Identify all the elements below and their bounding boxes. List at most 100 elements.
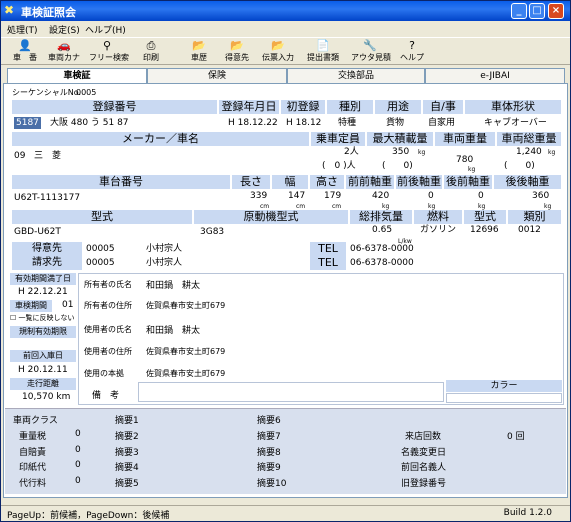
person-icon: 👤: [18, 39, 32, 52]
customer-tel: 06-6378-0000: [350, 244, 414, 254]
header-capacity: 乗車定員: [311, 132, 365, 146]
header-reg-no: 登録番号: [12, 100, 217, 114]
toolbar-button-estimate[interactable]: 🔧 アウタ見積: [351, 39, 391, 65]
mileage-value: 10,570 km: [22, 392, 71, 402]
shape-value: キャブオーバー: [484, 118, 547, 128]
toolbar-label: 提出書類: [307, 53, 339, 62]
kind-value: 特種: [338, 118, 357, 128]
displacement-value: 0.65: [372, 225, 393, 235]
note-field[interactable]: [138, 382, 444, 402]
prev-owner-label: 前回名義人: [401, 463, 447, 473]
toolbar-button-vehicle-no[interactable]: 👤 車 番: [9, 39, 41, 65]
header-reg-date: 登録年月日: [219, 100, 279, 114]
summary-label: 摘要9: [257, 463, 281, 473]
user-address: 佐賀県春市安土町679: [146, 347, 226, 356]
header-max-load: 最大積載量: [367, 132, 433, 146]
prev-visit-value: H 20.12.11: [18, 365, 68, 375]
status-hint: PageUp：前候補，PageDown：後候補: [7, 511, 170, 521]
build-version: Build 1.2.0: [503, 508, 552, 518]
toolbar-button-slip[interactable]: 📂 伝票入力: [261, 39, 295, 65]
search-icon: ⚲: [102, 39, 112, 52]
user-name-label: 使用者の氏名: [84, 325, 132, 334]
period-label: 車検期間: [10, 300, 52, 312]
fee-label: 印紙代: [19, 463, 47, 473]
toolbar-label: ヘルプ: [400, 53, 424, 62]
self-value: 自家用: [428, 118, 456, 128]
minimize-button[interactable]: _: [511, 3, 527, 19]
menu-bar: 処理(T) 設定(S) ヘルプ(H): [1, 21, 570, 37]
sequence-value: 0005: [76, 88, 97, 97]
tab-insurance[interactable]: 保険: [147, 68, 287, 83]
total-weight-1: 1,240: [516, 147, 542, 157]
owner-name: 和田鍋 耕太: [146, 281, 201, 291]
billing-tel: 06-6378-0000: [350, 258, 414, 268]
toolbar-button-history[interactable]: 📂 車歴: [187, 39, 211, 65]
menu-settings[interactable]: 設定(S): [49, 23, 80, 36]
fee-value: 0: [75, 460, 81, 470]
header-total-weight: 車両総重量: [497, 132, 561, 146]
base-label: 使用の本拠: [84, 369, 124, 378]
mileage-label: 走行距離: [10, 378, 76, 390]
owner-address-label: 所有者の住所: [84, 301, 132, 310]
toolbar-button-customer[interactable]: 📂 得意先: [223, 39, 251, 65]
total-weight-unit: kg: [548, 149, 556, 156]
title-bar[interactable]: ✖ 車検証照会 _ □ ×: [1, 1, 570, 21]
toolbar-button-free-search[interactable]: ⚲ フリー検索: [89, 39, 129, 65]
car-icon: 🚗: [57, 39, 71, 52]
header-use: 用途: [375, 100, 421, 114]
summary-label: 摘要5: [115, 479, 139, 489]
summary-label: 摘要3: [115, 448, 139, 458]
menu-process[interactable]: 処理(T): [7, 23, 38, 36]
summary-label: 摘要1: [115, 416, 139, 426]
header-self: 自/事: [423, 100, 463, 114]
toolbar-button-kana[interactable]: 🚗 車両カナ: [47, 39, 81, 65]
regulation-label: 規制有効期限: [10, 326, 76, 338]
slip-icon: 📂: [271, 39, 285, 52]
tab-inspection[interactable]: 車検証: [7, 68, 147, 84]
header-width: 幅: [272, 175, 308, 189]
vehicle-class-label: 車両クラス: [13, 416, 58, 426]
fees-section: 車両クラス 重量税 0 自賠責 0 印紙代 0 代行料 0 摘要1 摘要2 摘要…: [5, 408, 566, 494]
capacity-2: ( 0 )人: [322, 161, 356, 171]
owner-address: 佐賀県春市安土町679: [146, 301, 226, 310]
tab-ejibai[interactable]: e-JIBAI: [425, 68, 565, 83]
maximize-button[interactable]: □: [529, 3, 545, 19]
toolbar-button-print[interactable]: ⎙ 印刷: [139, 39, 163, 65]
header-fr-axle: 前後軸重: [396, 175, 442, 189]
chassis-value: U62T-1113177: [14, 193, 81, 203]
engine-value: 3G83: [200, 227, 225, 237]
toolbar-button-help[interactable]: ? ヘルプ: [399, 39, 425, 65]
close-button[interactable]: ×: [548, 3, 564, 19]
summary-label: 摘要2: [115, 432, 139, 442]
tab-parts[interactable]: 交換部品: [287, 68, 425, 83]
color-label: カラー: [446, 380, 562, 392]
app-icon: ✖: [4, 3, 15, 17]
note-label: 備 考: [92, 391, 120, 401]
fee-value: 0: [75, 429, 81, 439]
main-window: ✖ 車検証照会 _ □ × 処理(T) 設定(S) ヘルプ(H) 👤 車 番 🚗 車…: [0, 0, 571, 522]
document-icon: 📄: [316, 39, 330, 52]
old-reg-label: 旧登録番号: [401, 479, 447, 489]
capacity-1: 2人: [344, 147, 359, 157]
nomatch-checkbox[interactable]: ☐ 一覧に反映しない: [10, 313, 75, 323]
customer-label: 得意先: [12, 242, 82, 256]
header-first-reg: 初登録: [281, 100, 325, 114]
first-reg: H 18.12: [286, 118, 322, 128]
customer-code: 00005: [86, 244, 115, 254]
toolbar: 👤 車 番 🚗 車両カナ ⚲ フリー検索 ⎙ 印刷 📂 車歴 📂 得意先 📂 伝票入力 📄 提出…: [1, 37, 570, 65]
total-weight-2: ( 0): [504, 161, 535, 171]
menu-help[interactable]: ヘルプ(H): [85, 23, 126, 36]
header-class: 類別: [508, 210, 561, 224]
billing-code: 00005: [86, 258, 115, 268]
visit-count-value: 0 回: [507, 432, 525, 442]
reg-code[interactable]: 5187: [14, 117, 41, 129]
summary-label: 摘要7: [257, 432, 281, 442]
customer-name: 小村宗人: [146, 244, 183, 254]
header-kind: 種別: [327, 100, 373, 114]
toolbar-button-documents[interactable]: 📄 提出書類: [305, 39, 341, 65]
max-load-2: ( 0): [382, 161, 413, 171]
header-maker: メーカー／車名: [12, 132, 309, 146]
type-value: 12696: [470, 225, 499, 235]
color-field[interactable]: [446, 393, 562, 403]
model-value: GBD-U62T: [14, 227, 61, 237]
